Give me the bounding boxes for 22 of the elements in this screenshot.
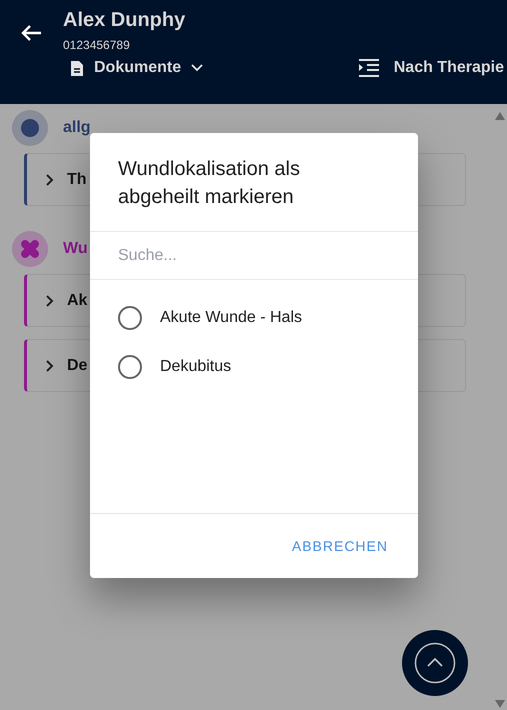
radio-button[interactable]	[118, 306, 142, 330]
patient-name: Alex Dunphy	[63, 8, 186, 32]
documents-dropdown[interactable]: Dokumente	[70, 59, 204, 77]
chevron-up-icon	[414, 642, 456, 684]
dialog-title: Wundlokalisation als abgeheilt markieren	[90, 133, 418, 232]
chevron-right-icon	[45, 172, 55, 186]
caret-icon	[191, 64, 204, 72]
back-arrow-icon[interactable]	[20, 24, 42, 42]
card-title: Th	[67, 170, 87, 188]
sort-button[interactable]: Nach Therapie	[358, 58, 504, 78]
option-label[interactable]: Akute Wunde - Hals	[160, 308, 302, 326]
document-icon	[70, 60, 84, 76]
card-title: Ak	[67, 292, 88, 310]
patient-id: 0123456789	[63, 37, 131, 54]
chevron-right-icon	[45, 294, 55, 308]
section-title: allg	[63, 119, 91, 137]
sort-list-icon	[358, 58, 380, 78]
chevron-right-icon	[45, 358, 55, 372]
option-label[interactable]: Dekubitus	[160, 358, 232, 376]
card-title: De	[67, 356, 88, 374]
radio-button[interactable]	[118, 354, 142, 378]
section-title: Wu	[63, 240, 88, 258]
